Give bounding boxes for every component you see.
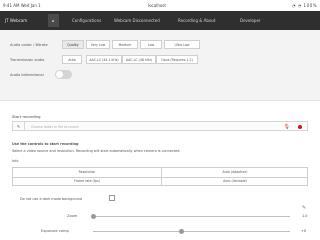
tab-webcam[interactable]: Webcam Disconnected	[110, 14, 164, 27]
tab-developer[interactable]: Developer	[236, 14, 265, 27]
status-time: 9:41 AM Wed Jan 1	[3, 3, 41, 8]
codec-label: Audio codec / Bitrate	[10, 43, 48, 47]
edit-icon[interactable]: ✎	[302, 205, 306, 211]
transmission-label: Transmission audio	[10, 58, 45, 62]
record-button[interactable]	[298, 125, 302, 129]
transmission-option-aac-48[interactable]: AAC-LC (48 kHz)	[122, 55, 156, 64]
dark-background-checkbox[interactable]	[109, 195, 115, 201]
codec-option-low[interactable]: Low	[140, 40, 162, 49]
exposure-label: Exposure comp	[41, 229, 69, 233]
status-battery: ◔ ◔ 100%	[292, 3, 317, 8]
exposure-slider[interactable]	[93, 231, 290, 232]
info-table-label: Info	[12, 159, 19, 163]
zoom-slider[interactable]	[93, 216, 290, 217]
table-cell: Frame rate (fps)	[74, 179, 100, 183]
zoom-value: 1.0	[302, 214, 308, 218]
record-path-placeholder[interactable]: Choose folder or file to record	[31, 125, 79, 129]
bidirectional-label: Audio bidirectional	[10, 73, 44, 77]
info-heading: Use the controls to start recording	[12, 142, 79, 146]
tab-recording[interactable]: Recording & About	[174, 14, 220, 27]
tab-configurations[interactable]: Configurations	[68, 14, 105, 27]
table-cell: Resolution	[78, 170, 96, 174]
codec-option-medium[interactable]: Medium	[112, 40, 138, 49]
exposure-value: +0	[301, 229, 306, 233]
transmission-option-opus[interactable]: Opus (Requires 1.2)	[156, 55, 198, 64]
info-description: Select a video source and resolution. Re…	[12, 149, 181, 153]
table-cell: Auto (Adaptive)	[222, 170, 248, 174]
table-cell: Auto (Variable)	[223, 179, 247, 183]
zoom-label: Zoom	[67, 214, 78, 218]
app-brand[interactable]: JT Webcam	[5, 18, 27, 23]
status-url: localhost	[148, 3, 166, 8]
codec-option-quality[interactable]: Quality	[62, 40, 84, 49]
tab-home[interactable]: ⌂	[48, 14, 59, 27]
info-table: Resolution Auto (Adaptive) Frame rate (f…	[12, 167, 308, 186]
toggle-knob	[56, 71, 63, 78]
bidirectional-toggle[interactable]	[55, 70, 72, 79]
file-icon[interactable]: ✎	[13, 122, 25, 131]
codec-option-very-low[interactable]: Very Low	[86, 40, 110, 49]
zoom-slider-thumb[interactable]	[90, 214, 96, 219]
dark-background-label: Do not use a dark mode background	[20, 197, 83, 201]
transmission-option-auto[interactable]: Auto	[62, 55, 82, 64]
microphone-icon[interactable]: 🎙	[284, 123, 290, 131]
top-navbar: JT Webcam ⌂ Configurations Webcam Discon…	[0, 11, 320, 30]
transmission-option-aac-44[interactable]: AAC-LC (44.1 kHz)	[86, 55, 122, 64]
status-bar: 9:41 AM Wed Jan 1 localhost ◔ ◔ 100%	[0, 0, 320, 11]
recording-bar: ✎ Choose folder or file to record 🎙	[12, 121, 308, 131]
codec-option-ultra-low[interactable]: Ultra Low	[164, 40, 200, 49]
recording-label: Start recording	[12, 114, 41, 119]
